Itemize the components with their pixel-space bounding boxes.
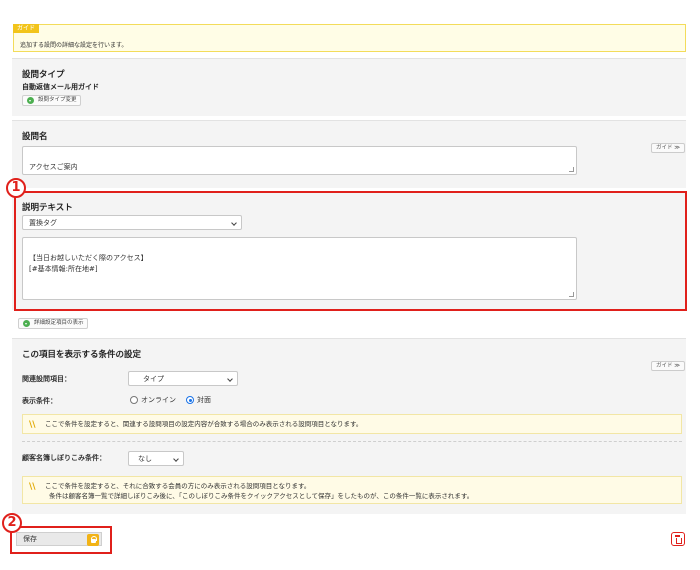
condition-note-1: \\ ここで条件を設定すると、関連する設問項目の設定内容が合致する場合のみ表示さ… [22,414,682,434]
step-badge-2: 2 [2,513,22,533]
arrow-down-icon [27,97,34,104]
customer-filter-label: 顧客名簿しぼりこみ条件： [22,454,106,462]
step-badge-1: 1 [6,178,26,198]
condition-note-2: \\ ここで条件を設定すると、それに合致する会員の方にのみ表示される設問項目とな… [22,476,682,504]
question-type-title: 設問タイプ [22,70,65,80]
question-name-title: 設問名 [22,132,48,142]
radio-inperson[interactable] [186,396,194,404]
related-question-label: 関連設問項目： [22,375,71,383]
question-type-section [12,58,686,116]
guide-tag: ガイド [13,24,40,33]
chevron-down-icon [227,376,233,382]
hint-icon: \\ [29,482,36,492]
related-question-select[interactable]: タイプ [128,371,238,386]
customer-filter-select[interactable]: なし [128,451,184,466]
save-button[interactable]: 保存 [16,532,102,546]
chevron-down-icon [173,456,179,462]
radio-inperson-label: 対面 [197,396,211,404]
change-question-type-button[interactable]: 設問タイプ変更 [22,95,81,106]
lock-icon [87,534,99,546]
display-condition-label: 表示条件： [22,397,57,405]
hint-icon: \\ [29,420,36,430]
question-name-input[interactable]: アクセスご案内 [22,146,577,175]
condition-title: この項目を表示する条件の設定 [22,350,142,360]
arrow-down-icon [23,320,30,327]
highlight-box-1 [14,191,687,311]
detail-settings-toggle-button[interactable]: 詳細設定項目の表示 [18,318,88,329]
resize-grip-icon [569,167,574,172]
divider [22,441,682,442]
radio-online[interactable] [130,396,138,404]
question-type-value: 自動返信メール用ガイド [22,83,99,91]
radio-online-label: オンライン [141,396,176,404]
question-name-guide-button[interactable]: ガイド ≫ [651,143,686,153]
guide-text: 追加する設問の詳細な設定を行います。 [20,42,128,49]
trash-icon[interactable] [671,532,685,546]
condition-guide-button[interactable]: ガイド ≫ [651,361,686,371]
